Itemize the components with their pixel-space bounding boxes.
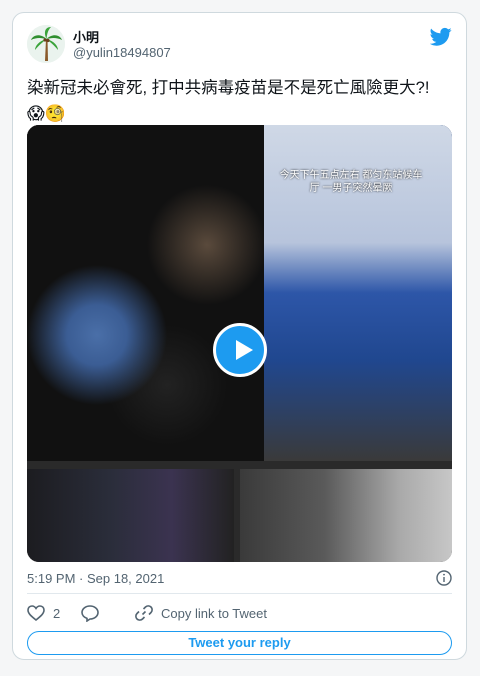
author-handle[interactable]: @yulin18494807: [73, 45, 171, 60]
video-thumbnail-left: [27, 469, 234, 562]
copy-link-button[interactable]: Copy link to Tweet: [135, 603, 267, 623]
tweet-actions: 2 Copy link to Tweet: [27, 603, 452, 623]
like-button[interactable]: 2: [27, 603, 60, 623]
speech-bubble-icon: [81, 604, 99, 622]
tweet-text: 染新冠未必會死, 打中共病毒疫苗是不是死亡風險更大?!: [27, 79, 430, 97]
reply-icon-button[interactable]: [81, 603, 99, 623]
avatar[interactable]: [27, 25, 65, 63]
play-icon: [236, 340, 253, 360]
copy-link-label: Copy link to Tweet: [161, 605, 267, 621]
divider: [27, 593, 452, 594]
tweet-header: 小明 @yulin18494807: [27, 25, 452, 69]
video-thumbnail-right: [240, 469, 452, 562]
tweet-emoji: 😱🧐: [27, 104, 66, 123]
video-frame-main: 今天下午五点左右 都匀东站候车厅 一男子突然晕厥: [27, 125, 452, 461]
heart-icon: [27, 605, 45, 621]
info-icon[interactable]: [436, 570, 452, 586]
video-panel-left: [27, 125, 264, 461]
twitter-bird-icon[interactable]: [430, 27, 452, 47]
video-media[interactable]: 今天下午五点左右 都匀东站候车厅 一男子突然晕厥: [27, 125, 452, 562]
link-icon: [135, 605, 153, 621]
author-name[interactable]: 小明: [73, 27, 99, 46]
play-button[interactable]: [213, 323, 267, 377]
video-overlay-caption: 今天下午五点左右 都匀东站候车厅 一男子突然晕厥: [279, 170, 423, 194]
tweet-card: 小明 @yulin18494807 染新冠未必會死, 打中共病毒疫苗是不是死亡風…: [12, 12, 467, 660]
tweet-timestamp[interactable]: 5:19 PM · Sep 18, 2021: [27, 571, 164, 586]
video-panel-right: 今天下午五点左右 都匀东站候车厅 一男子突然晕厥: [264, 125, 452, 461]
palm-tree-icon: [27, 25, 65, 63]
like-count: 2: [53, 605, 61, 621]
tweet-reply-button[interactable]: Tweet your reply: [27, 631, 452, 655]
